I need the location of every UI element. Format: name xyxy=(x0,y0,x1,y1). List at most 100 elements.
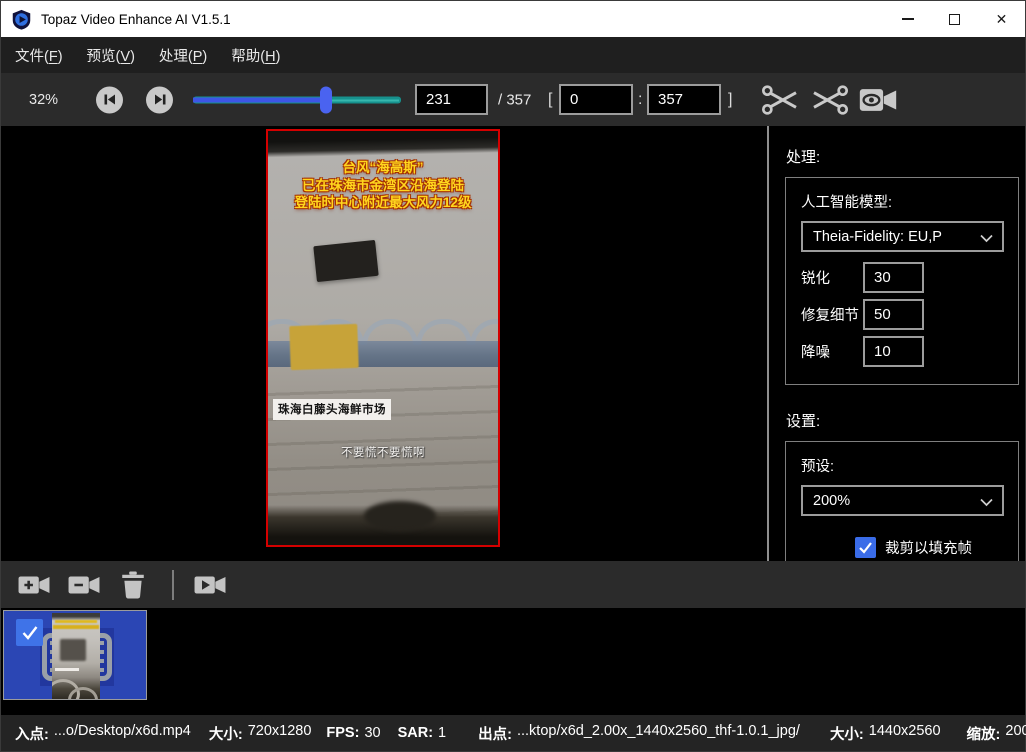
app-window: Topaz Video Enhance AI V1.5.1 ✕ 文件(F) 预览… xyxy=(0,0,1026,752)
range-bracket-open: [ xyxy=(548,91,552,109)
thumb-label-smudge xyxy=(55,668,79,671)
menu-file[interactable]: 文件(F) xyxy=(3,45,75,66)
close-button[interactable]: ✕ xyxy=(978,1,1025,37)
sharpen-row: 锐化 xyxy=(801,262,1004,293)
settings-panel: 处理: 人工智能模型: Theia-Fidelity: EU,P 锐化 修复细节 xyxy=(769,126,1025,561)
chevron-down-icon xyxy=(980,498,993,507)
clip-thumbnail-selected[interactable] xyxy=(3,610,147,700)
ai-model-group: 人工智能模型: Theia-Fidelity: EU,P 锐化 修复细节 降噪 xyxy=(785,177,1019,385)
slider-progress xyxy=(193,97,326,102)
preset-dropdown[interactable]: 200% xyxy=(801,485,1004,516)
close-icon: ✕ xyxy=(996,11,1008,28)
scissors-right-icon xyxy=(811,84,849,116)
remove-video-button[interactable] xyxy=(68,572,100,598)
ai-model-dropdown[interactable]: Theia-Fidelity: EU,P xyxy=(801,221,1004,252)
settings-section-title: 设置: xyxy=(786,410,1019,431)
play-video-icon xyxy=(194,572,226,598)
menu-process[interactable]: 处理(P) xyxy=(147,45,219,66)
skip-start-icon xyxy=(103,93,117,107)
denoise-label: 降噪 xyxy=(801,341,863,362)
maximize-button[interactable] xyxy=(931,1,978,37)
status-out-point: 出点: ...ktop/x6d_2.00x_1440x2560_thf-1.0.… xyxy=(478,723,800,744)
check-icon xyxy=(858,541,873,554)
restore-detail-input[interactable] xyxy=(863,299,924,330)
status-scale: 缩放: 200% xyxy=(967,723,1026,744)
process-section-title: 处理: xyxy=(786,146,1019,167)
preset-label: 预设: xyxy=(801,455,1004,476)
ai-model-value: Theia-Fidelity: EU,P xyxy=(813,229,942,245)
add-video-icon xyxy=(18,572,50,598)
trash-icon xyxy=(121,571,145,599)
total-frames-label: / 357 xyxy=(498,91,531,108)
window-controls: ✕ xyxy=(884,1,1025,37)
preview-button[interactable] xyxy=(859,84,897,116)
status-sar: SAR: 1 xyxy=(398,725,447,741)
crop-to-fill-checkbox[interactable] xyxy=(855,537,876,558)
denoise-input[interactable] xyxy=(863,336,924,367)
skip-to-end-button[interactable] xyxy=(146,86,173,113)
delete-clip-button[interactable] xyxy=(121,571,145,599)
statusbar: 入点: ...o/Desktop/x6d.mp4 大小: 720x1280 FP… xyxy=(1,714,1025,751)
thumb-headline-smudge xyxy=(53,625,99,629)
status-fps: FPS: 30 xyxy=(326,725,380,741)
location-tag: 珠海白藤头海鲜市场 xyxy=(273,399,391,420)
thumb-dark-smudge xyxy=(60,639,86,661)
maximize-icon xyxy=(949,14,960,25)
check-icon xyxy=(21,625,39,640)
titlebar: Topaz Video Enhance AI V1.5.1 ✕ xyxy=(1,1,1025,37)
menu-preview[interactable]: 预览(V) xyxy=(75,45,147,66)
menu-help[interactable]: 帮助(H) xyxy=(219,45,292,66)
rearview-mirror xyxy=(313,240,378,282)
timeline-slider[interactable] xyxy=(193,86,401,113)
crop-to-fill-row: 裁剪以填充帧 xyxy=(855,537,1004,558)
toolbar-divider xyxy=(172,570,174,600)
zoom-level: 32% xyxy=(29,92,58,108)
app-logo-icon xyxy=(11,9,32,30)
ai-model-label: 人工智能模型: xyxy=(801,191,1004,212)
add-video-button[interactable] xyxy=(18,572,50,598)
range-bracket-close: ] xyxy=(728,91,732,109)
slider-handle[interactable] xyxy=(320,86,332,113)
sharpen-input[interactable] xyxy=(863,262,924,293)
yellow-sign xyxy=(289,324,358,370)
preset-group: 预设: 200% 裁剪以填充帧 xyxy=(785,441,1019,561)
range-colon: : xyxy=(638,91,642,109)
status-out-size: 大小: 1440x2560 xyxy=(830,723,941,744)
minimize-button[interactable] xyxy=(884,1,931,37)
skip-end-icon xyxy=(153,93,167,107)
range-end-input[interactable] xyxy=(647,84,721,115)
window-title: Topaz Video Enhance AI V1.5.1 xyxy=(41,12,231,27)
video-top-dark-band xyxy=(266,129,500,158)
skip-to-start-button[interactable] xyxy=(96,86,123,113)
chevron-down-icon xyxy=(980,234,993,243)
minimize-icon xyxy=(902,18,914,20)
playback-toolbar: 32% / 357 [ : ] xyxy=(1,73,1025,126)
crop-to-fill-label: 裁剪以填充帧 xyxy=(885,537,972,558)
scissors-left-icon xyxy=(761,84,799,116)
denoise-row: 降噪 xyxy=(801,336,1004,367)
video-dark-blob xyxy=(364,501,436,531)
video-preview-area: 台风“海高斯” 已在珠海市金湾区沿海登陆 登陆时中心附近最大风力12级 珠海白藤… xyxy=(1,126,767,561)
status-in-size: 大小: 720x1280 xyxy=(209,723,312,744)
video-headline: 台风“海高斯” 已在珠海市金湾区沿海登陆 登陆时中心附近最大风力12级 xyxy=(268,159,498,212)
status-in-point: 入点: ...o/Desktop/x6d.mp4 xyxy=(15,723,191,744)
process-video-button[interactable] xyxy=(194,572,226,598)
remove-video-icon xyxy=(68,572,100,598)
range-start-input[interactable] xyxy=(559,84,633,115)
clip-toolbar xyxy=(1,561,1025,608)
thumb-video-image xyxy=(52,613,100,699)
sharpen-label: 锐化 xyxy=(801,267,863,288)
trim-in-button[interactable] xyxy=(761,84,799,116)
clip-list xyxy=(1,608,1025,714)
thumb-headline-smudge xyxy=(55,620,97,623)
video-subtitle: 不要慌不要慌啊 xyxy=(268,444,498,460)
clip-select-checkbox[interactable] xyxy=(16,619,43,646)
preset-value: 200% xyxy=(813,493,850,509)
menubar: 文件(F) 预览(V) 处理(P) 帮助(H) xyxy=(1,37,1025,73)
restore-detail-label: 修复细节 xyxy=(801,304,863,325)
preview-camera-icon xyxy=(859,84,897,116)
trim-out-button[interactable] xyxy=(811,84,849,116)
restore-detail-row: 修复细节 xyxy=(801,299,1004,330)
video-preview: 台风“海高斯” 已在珠海市金湾区沿海登陆 登陆时中心附近最大风力12级 珠海白藤… xyxy=(266,129,500,547)
current-frame-input[interactable] xyxy=(415,84,488,115)
